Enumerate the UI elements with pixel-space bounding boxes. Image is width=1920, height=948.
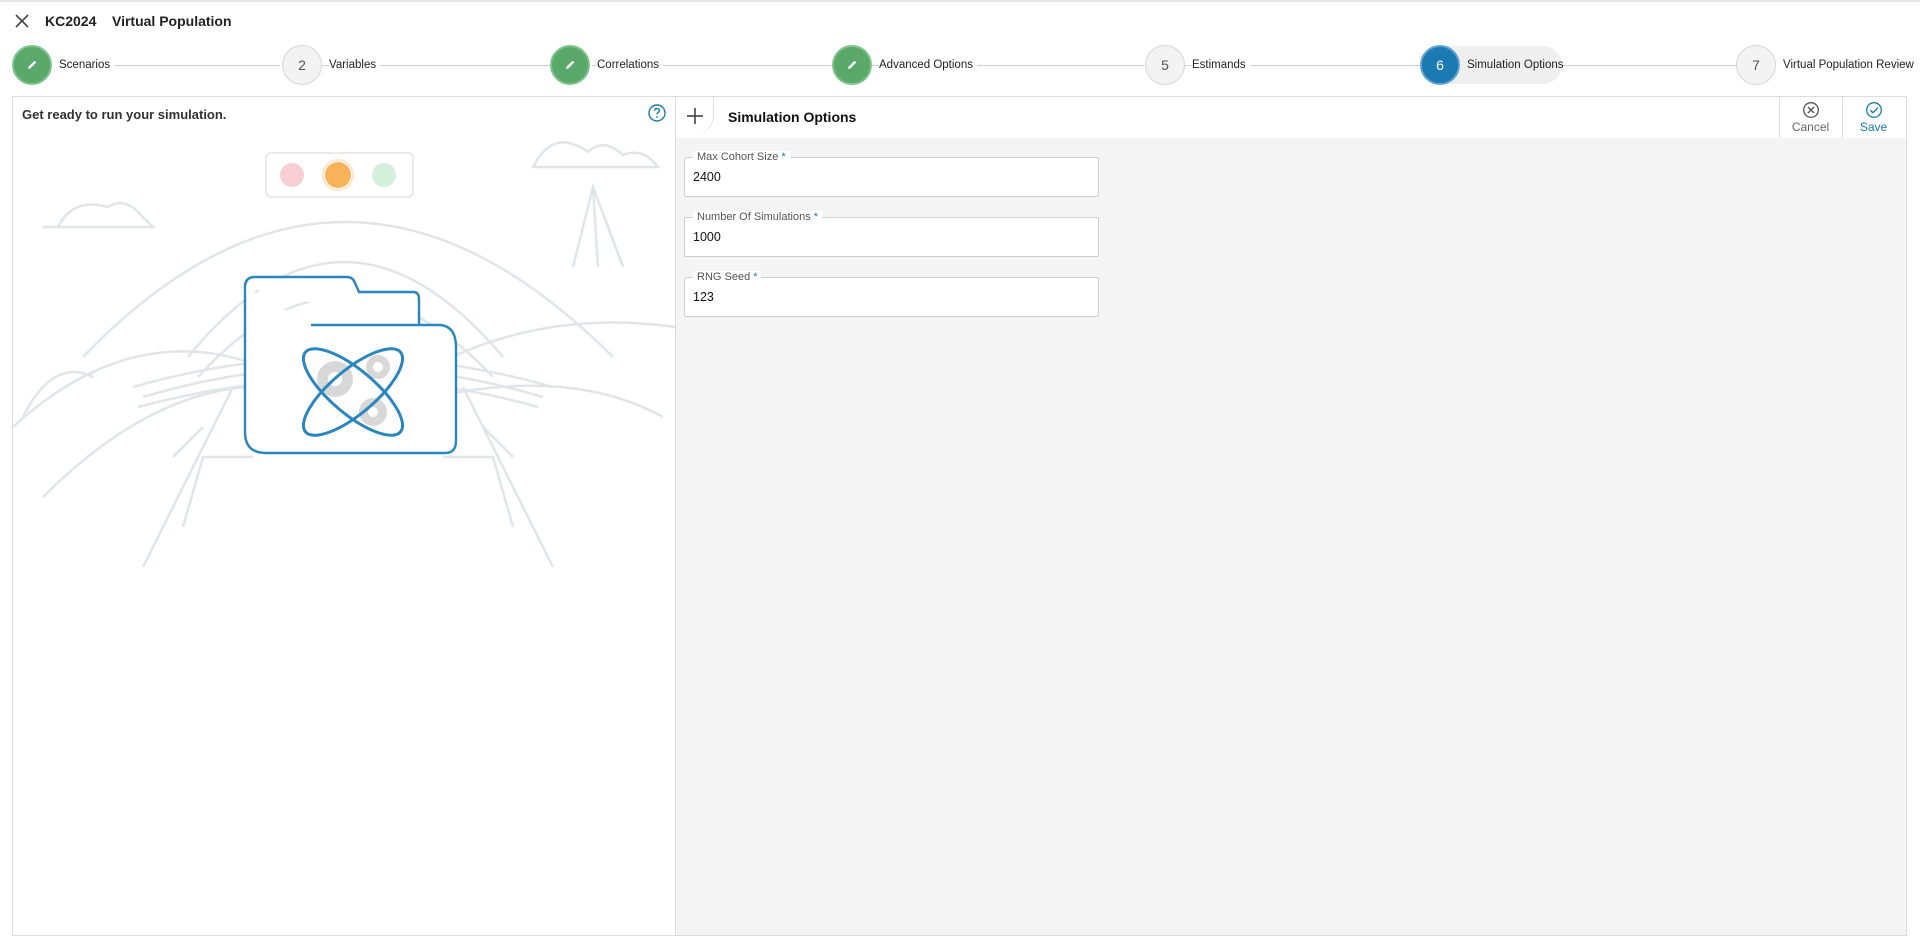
pencil-icon — [832, 45, 872, 85]
pencil-icon — [12, 45, 52, 85]
add-button[interactable] — [676, 97, 714, 135]
step-variables[interactable]: 2 Variables — [282, 44, 381, 86]
step-correlations[interactable]: Correlations — [550, 44, 663, 86]
step-label: Correlations — [597, 59, 663, 71]
form-panel: Simulation Options Cancel Save Max Cohor… — [675, 96, 1907, 936]
field-label: Max Cohort Size * — [693, 151, 790, 164]
cancel-button[interactable]: Cancel — [1779, 97, 1841, 138]
help-icon[interactable] — [647, 103, 667, 123]
save-label: Save — [1859, 120, 1888, 134]
step-number: 7 — [1736, 45, 1776, 85]
step-label: Variables — [329, 59, 381, 71]
step-label: Estimands — [1192, 59, 1250, 71]
step-estimands[interactable]: 5 Estimands — [1145, 44, 1250, 86]
form-header: Simulation Options Cancel Save — [676, 97, 1906, 138]
wizard-stepper: Scenarios 2 Variables Correlations Advan… — [0, 44, 1920, 86]
step-scenarios[interactable]: Scenarios — [12, 44, 115, 86]
step-label: Advanced Options — [879, 59, 977, 71]
field-label: RNG Seed * — [693, 271, 762, 284]
save-button[interactable]: Save — [1842, 97, 1904, 138]
rng-seed-field[interactable]: RNG Seed * — [684, 271, 1099, 317]
info-heading: Get ready to run your simulation. — [22, 107, 227, 122]
field-label: Number Of Simulations * — [693, 211, 822, 224]
step-virtual-population-review[interactable]: 7 Virtual Population Review — [1736, 44, 1918, 86]
step-advanced-options[interactable]: Advanced Options — [832, 44, 977, 86]
step-label: Scenarios — [59, 59, 115, 71]
title-bar: KC2024 Virtual Population — [0, 0, 1920, 38]
step-number: 6 — [1420, 45, 1460, 85]
folder-gears-icon — [13, 141, 675, 568]
info-panel: Get ready to run your simulation. — [12, 96, 675, 936]
check-circle-icon — [1865, 102, 1882, 118]
max-cohort-size-field[interactable]: Max Cohort Size * — [684, 151, 1099, 197]
rng-seed-input[interactable] — [693, 290, 1088, 304]
step-simulation-options[interactable]: 6 Simulation Options — [1420, 44, 1568, 86]
number-of-simulations-field[interactable]: Number Of Simulations * — [684, 211, 1099, 257]
plus-icon — [686, 108, 703, 124]
step-label: Simulation Options — [1467, 59, 1564, 71]
max-cohort-size-input[interactable] — [693, 170, 1088, 184]
step-number: 2 — [282, 45, 322, 85]
app-code: KC2024 — [45, 13, 97, 29]
app-title: Virtual Population — [112, 13, 232, 29]
step-label: Virtual Population Review — [1783, 59, 1918, 71]
form-title: Simulation Options — [728, 109, 857, 125]
number-of-simulations-input[interactable] — [693, 230, 1088, 244]
cancel-label: Cancel — [1791, 120, 1830, 134]
pencil-icon — [550, 45, 590, 85]
cancel-circle-icon — [1802, 102, 1819, 118]
close-icon[interactable] — [12, 11, 32, 31]
step-number: 5 — [1145, 45, 1185, 85]
